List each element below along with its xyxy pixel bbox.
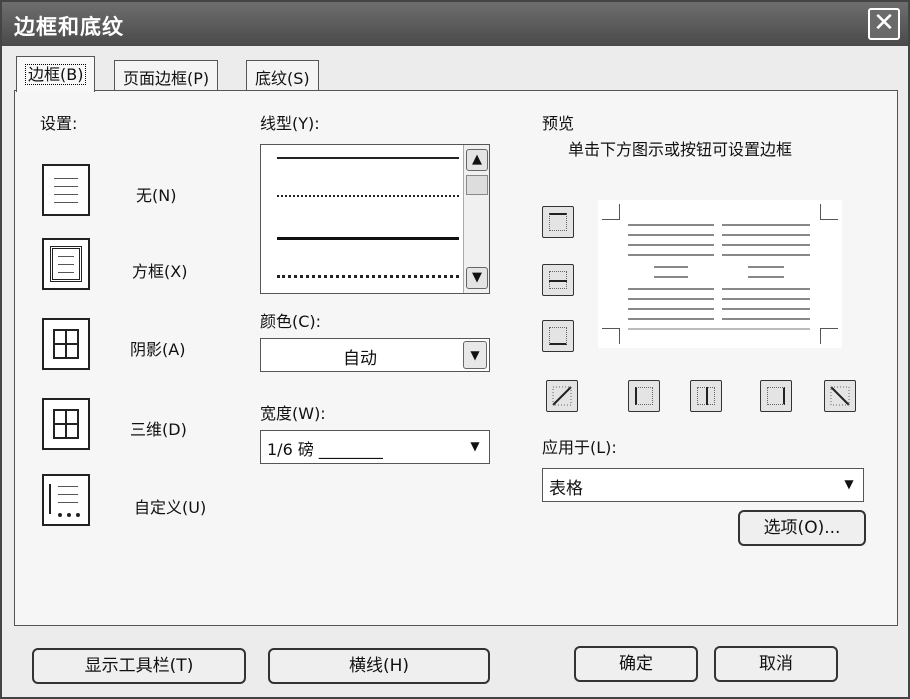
scroll-up-button[interactable]: ▲ bbox=[466, 149, 488, 171]
borders-shading-dialog: 边框和底纹 ✕ 边框(B) 页面边框(P) 底纹(S) 设置: 无(N) 方框(… bbox=[0, 0, 910, 699]
color-select[interactable]: 自动 ▼ bbox=[260, 338, 490, 372]
ok-button[interactable]: 确定 bbox=[574, 646, 698, 682]
right-border-button[interactable] bbox=[760, 380, 792, 412]
preview-hint: 单击下方图示或按钮可设置边框 bbox=[568, 140, 793, 159]
width-select[interactable]: 1/6 磅 ________ ▼ bbox=[260, 430, 490, 464]
inside-vertical-border-button[interactable] bbox=[690, 380, 722, 412]
setting-none-label[interactable]: 无(N) bbox=[136, 182, 176, 206]
diagonal-down-border-button[interactable] bbox=[824, 380, 856, 412]
chevron-down-icon[interactable]: ▼ bbox=[837, 471, 861, 499]
line-style-dotted-heavy[interactable] bbox=[277, 275, 459, 278]
color-label: 颜色(C): bbox=[260, 312, 322, 331]
apply-to-select[interactable]: 表格 ▼ bbox=[542, 468, 864, 502]
width-value: 1/6 磅 ________ bbox=[267, 440, 383, 459]
setting-shadow-label[interactable]: 阴影(A) bbox=[130, 336, 185, 360]
3d-border-icon[interactable] bbox=[42, 398, 90, 450]
setting-custom-label[interactable]: 自定义(U) bbox=[134, 494, 206, 518]
none-border-icon[interactable] bbox=[42, 164, 90, 216]
settings-label: 设置: bbox=[40, 114, 78, 133]
border-preview[interactable] bbox=[598, 200, 842, 348]
color-value: 自动 bbox=[343, 349, 377, 369]
line-style-dotted[interactable] bbox=[277, 195, 459, 197]
line-style-solid-thick[interactable] bbox=[277, 237, 459, 240]
line-style-scrollbar[interactable]: ▲ ▼ bbox=[463, 145, 489, 293]
inside-horizontal-border-button[interactable] bbox=[542, 264, 574, 296]
setting-3d-label[interactable]: 三维(D) bbox=[130, 416, 187, 440]
line-style-list[interactable]: ▲ ▼ bbox=[260, 144, 490, 294]
horizontal-line-button[interactable]: 横线(H) bbox=[268, 648, 490, 684]
bottom-border-button[interactable] bbox=[542, 320, 574, 352]
scroll-down-button[interactable]: ▼ bbox=[466, 267, 488, 289]
show-toolbar-button[interactable]: 显示工具栏(T) bbox=[32, 648, 246, 684]
cancel-button[interactable]: 取消 bbox=[714, 646, 838, 682]
apply-to-value: 表格 bbox=[549, 479, 583, 499]
diagonal-up-border-button[interactable] bbox=[546, 380, 578, 412]
chevron-down-icon[interactable]: ▼ bbox=[463, 341, 487, 369]
chevron-down-icon[interactable]: ▼ bbox=[463, 433, 487, 461]
box-border-icon[interactable] bbox=[42, 238, 90, 290]
width-label: 宽度(W): bbox=[260, 404, 326, 423]
line-style-label: 线型(Y): bbox=[260, 114, 320, 133]
custom-border-icon[interactable] bbox=[42, 474, 90, 526]
scroll-thumb[interactable] bbox=[466, 175, 488, 195]
apply-to-label: 应用于(L): bbox=[542, 438, 617, 457]
top-border-button[interactable] bbox=[542, 206, 574, 238]
line-style-solid-thin[interactable] bbox=[277, 157, 459, 159]
preview-label: 预览 bbox=[542, 114, 575, 133]
left-border-button[interactable] bbox=[628, 380, 660, 412]
setting-box-label[interactable]: 方框(X) bbox=[132, 258, 187, 282]
options-button[interactable]: 选项(O)... bbox=[738, 510, 866, 546]
shadow-border-icon[interactable] bbox=[42, 318, 90, 370]
